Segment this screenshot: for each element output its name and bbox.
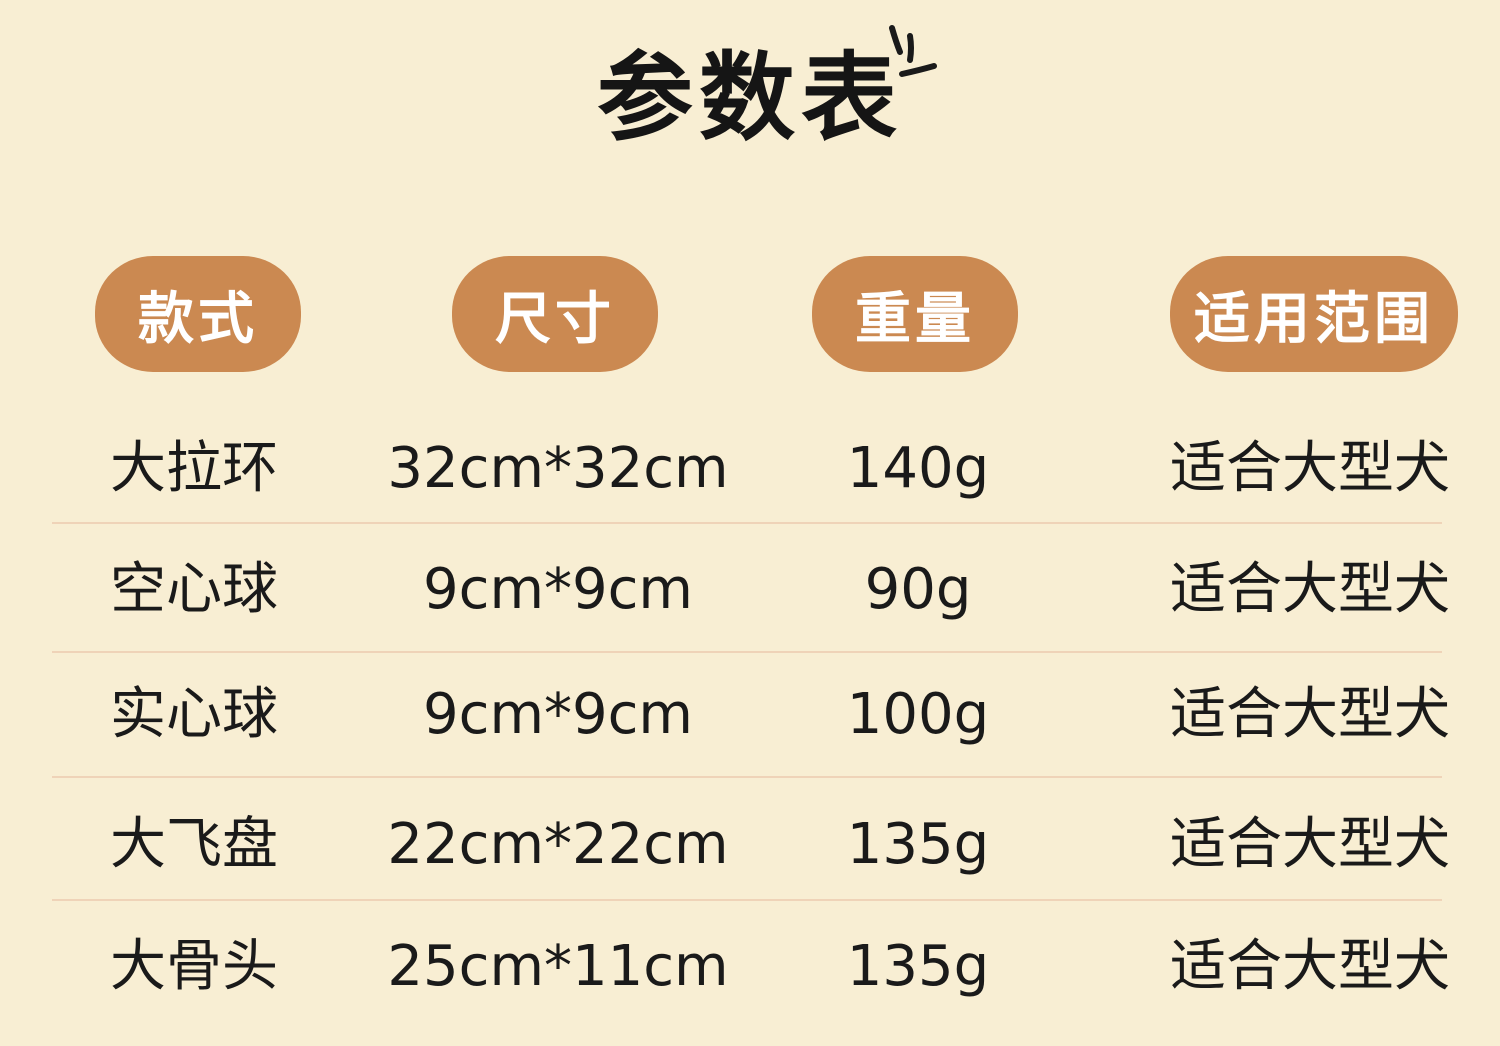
table-header: 款式 尺寸 重量 适用范围 <box>0 256 1500 376</box>
header-size: 尺寸 <box>452 256 658 372</box>
table-row: 大拉环 32cm*32cm 140g 适合大型犬 <box>0 424 1500 548</box>
cell-range: 适合大型犬 <box>1170 934 1450 999</box>
header-style: 款式 <box>95 256 301 372</box>
cell-style: 空心球 <box>110 557 278 622</box>
page-title: 参数表 <box>597 42 903 154</box>
header-range: 适用范围 <box>1170 256 1458 372</box>
cell-style: 大骨头 <box>110 934 278 999</box>
table-row: 大飞盘 22cm*22cm 135g 适合大型犬 <box>0 800 1500 924</box>
cell-size: 32cm*32cm <box>387 436 729 501</box>
cell-weight: 140g <box>846 436 990 501</box>
cell-size: 9cm*9cm <box>423 557 693 622</box>
cell-style: 大飞盘 <box>110 812 278 877</box>
cell-weight: 90g <box>864 557 972 622</box>
cell-weight: 100g <box>846 682 990 747</box>
cell-range: 适合大型犬 <box>1170 436 1450 501</box>
header-weight: 重量 <box>812 256 1018 372</box>
cell-weight: 135g <box>846 812 990 877</box>
row-divider <box>52 522 1442 524</box>
cell-style: 大拉环 <box>110 436 278 501</box>
sparkle-icon <box>889 25 937 77</box>
row-divider <box>52 899 1442 901</box>
row-divider <box>52 776 1442 778</box>
cell-range: 适合大型犬 <box>1170 557 1450 622</box>
cell-style: 实心球 <box>110 682 278 747</box>
row-divider <box>52 651 1442 653</box>
cell-size: 9cm*9cm <box>423 682 693 747</box>
cell-range: 适合大型犬 <box>1170 812 1450 877</box>
cell-size: 25cm*11cm <box>387 934 729 999</box>
cell-weight: 135g <box>846 934 990 999</box>
cell-range: 适合大型犬 <box>1170 682 1450 747</box>
cell-size: 22cm*22cm <box>387 812 729 877</box>
table-row: 大骨头 25cm*11cm 135g 适合大型犬 <box>0 922 1500 1046</box>
